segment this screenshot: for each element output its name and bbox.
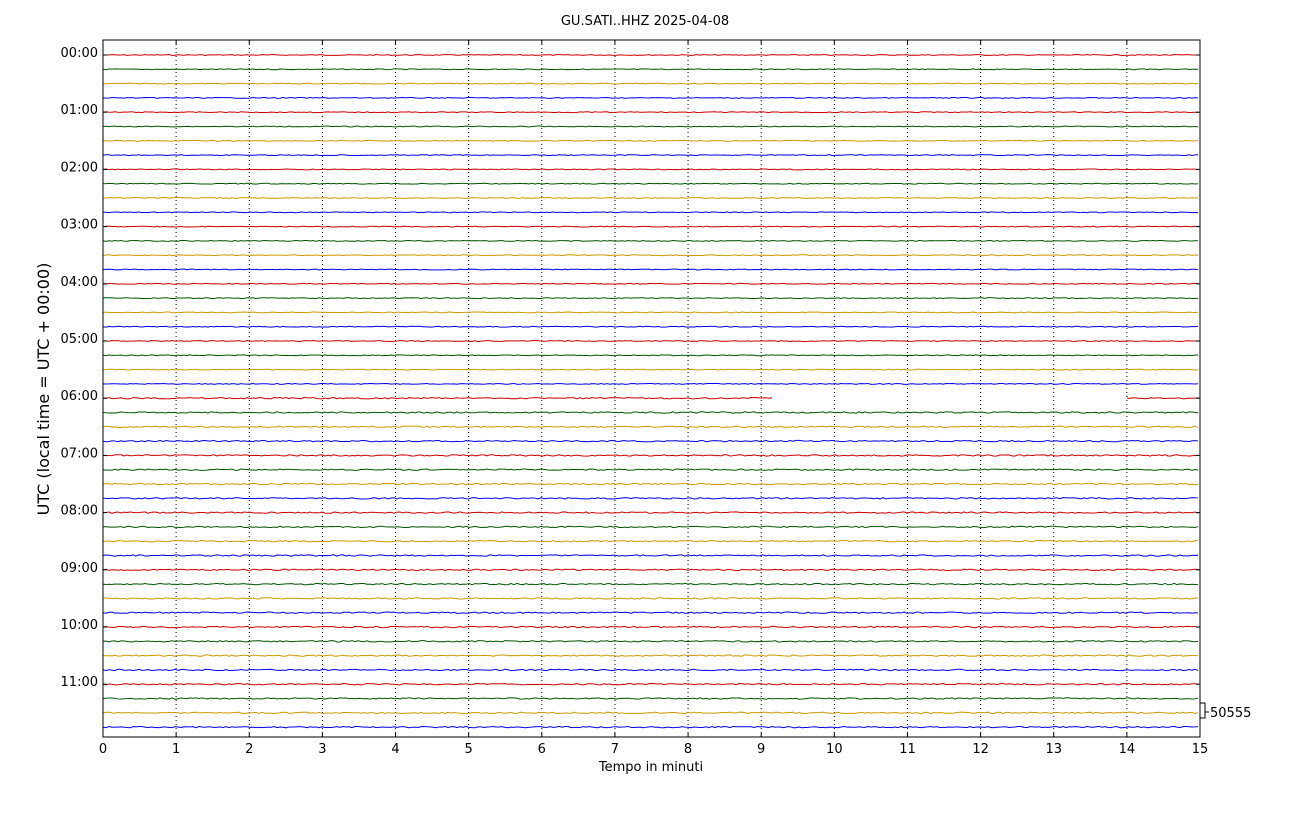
trace-row-16: [102, 282, 1199, 285]
y-tick-label-11:00: 11:00: [61, 675, 98, 690]
y-tick-label-04:00: 04:00: [61, 275, 98, 290]
trace-row-5: [102, 125, 1199, 128]
scale-bracket: [1200, 702, 1209, 719]
trace-row-17: [102, 297, 1199, 300]
y-tick-label-00:00: 00:00: [61, 46, 98, 61]
y-tick-label-06:00: 06:00: [61, 389, 98, 404]
trace-row-18: [102, 311, 1199, 314]
trace-row-29: [102, 468, 1199, 471]
trace-row-26: [102, 425, 1199, 429]
seismogram-traces: [102, 54, 1199, 729]
trace-row-40: [102, 625, 1199, 629]
x-tick-label-4: 4: [391, 742, 399, 757]
trace-row-11: [102, 211, 1199, 214]
trace-row-25: [102, 411, 1199, 414]
trace-row-42: [102, 654, 1199, 657]
trace-row-47: [102, 725, 1199, 729]
y-tick-label-01:00: 01:00: [61, 103, 98, 118]
trace-row-31: [102, 497, 1199, 500]
trace-row-23: [102, 382, 1199, 385]
x-tick-label-0: 0: [99, 742, 107, 757]
trace-row-8: [102, 168, 1199, 171]
trace-row-9: [102, 182, 1199, 185]
trace-row-45: [102, 697, 1199, 700]
trace-row-30: [102, 482, 1199, 486]
trace-row-12: [102, 225, 1199, 228]
x-tick-label-13: 13: [1045, 742, 1062, 757]
y-tick-label-03:00: 03:00: [61, 218, 98, 233]
trace-row-4: [102, 111, 1199, 114]
trace-row-2: [102, 82, 1199, 85]
trace-row-20: [102, 340, 1199, 342]
trace-row-3: [102, 96, 1199, 99]
trace-row-0: [102, 54, 1198, 56]
y-axis-label: UTC (local time = UTC + 00:00): [34, 263, 53, 516]
x-axis-label: Tempo in minuti: [598, 760, 703, 775]
trace-row-33: [102, 525, 1199, 529]
trace-row-22: [102, 368, 1199, 371]
x-tick-label-2: 2: [245, 742, 253, 757]
trace-row-13: [102, 239, 1199, 242]
chart-title: GU.SATI..HHZ 2025-04-08: [561, 14, 729, 29]
trace-row-10: [102, 197, 1199, 199]
helicorder-chart: GU.SATI..HHZ 2025-04-08 0 1 2 3 4 5 6 7 8 9 10 11 12…: [34, 14, 1251, 775]
scale-label: 50555: [1210, 706, 1251, 721]
x-tick-label-15: 15: [1192, 742, 1209, 757]
trace-row-34: [102, 539, 1199, 543]
x-tick-label-1: 1: [172, 742, 180, 757]
x-tick-label-10: 10: [826, 742, 843, 757]
x-tick-label-7: 7: [611, 742, 619, 757]
trace-row-7: [102, 154, 1199, 157]
y-tick-label-08:00: 08:00: [61, 504, 98, 519]
trace-row-37: [102, 582, 1199, 586]
vertical-gridlines: [175, 40, 1128, 737]
trace-row-15: [102, 268, 1199, 271]
y-tick-label-05:00: 05:00: [61, 332, 98, 347]
trace-row-19: [102, 325, 1199, 328]
x-tick-label-11: 11: [899, 742, 916, 757]
y-tick-label-10:00: 10:00: [61, 618, 98, 633]
trace-row-24-a: [102, 396, 773, 400]
x-tick-label-9: 9: [757, 742, 765, 757]
trace-row-43: [102, 668, 1199, 672]
plot-frame: [102, 39, 1201, 738]
trace-row-27: [102, 439, 1199, 443]
y-tick-label-09:00: 09:00: [61, 561, 98, 576]
trace-row-41: [102, 640, 1199, 643]
y-tick-label-07:00: 07:00: [61, 446, 98, 461]
trace-row-14: [102, 254, 1199, 257]
x-tick-label-14: 14: [1119, 742, 1136, 757]
scale-bar: 50555: [1200, 702, 1251, 721]
trace-row-21: [102, 354, 1199, 357]
x-tick-label-3: 3: [318, 742, 326, 757]
trace-row-39: [102, 611, 1199, 614]
y-tick-label-02:00: 02:00: [61, 160, 98, 175]
trace-row-46: [102, 711, 1199, 715]
x-tick-label-5: 5: [465, 742, 473, 757]
trace-row-44: [102, 682, 1199, 686]
trace-row-35: [102, 554, 1199, 557]
trace-row-36: [102, 568, 1199, 572]
trace-row-6: [102, 139, 1199, 142]
x-tick-label-12: 12: [972, 742, 989, 757]
x-tick-label-6: 6: [538, 742, 546, 757]
trace-row-1: [102, 68, 1199, 71]
trace-row-24-b: [1126, 397, 1199, 400]
x-tick-label-8: 8: [684, 742, 692, 757]
y-axis-ticks: 00:00 01:00 02:00 03:00 04:00 05:00 06:00 07:00…: [61, 46, 1200, 690]
trace-row-28: [102, 454, 1199, 457]
trace-row-38: [102, 597, 1199, 600]
trace-row-32: [102, 511, 1199, 514]
